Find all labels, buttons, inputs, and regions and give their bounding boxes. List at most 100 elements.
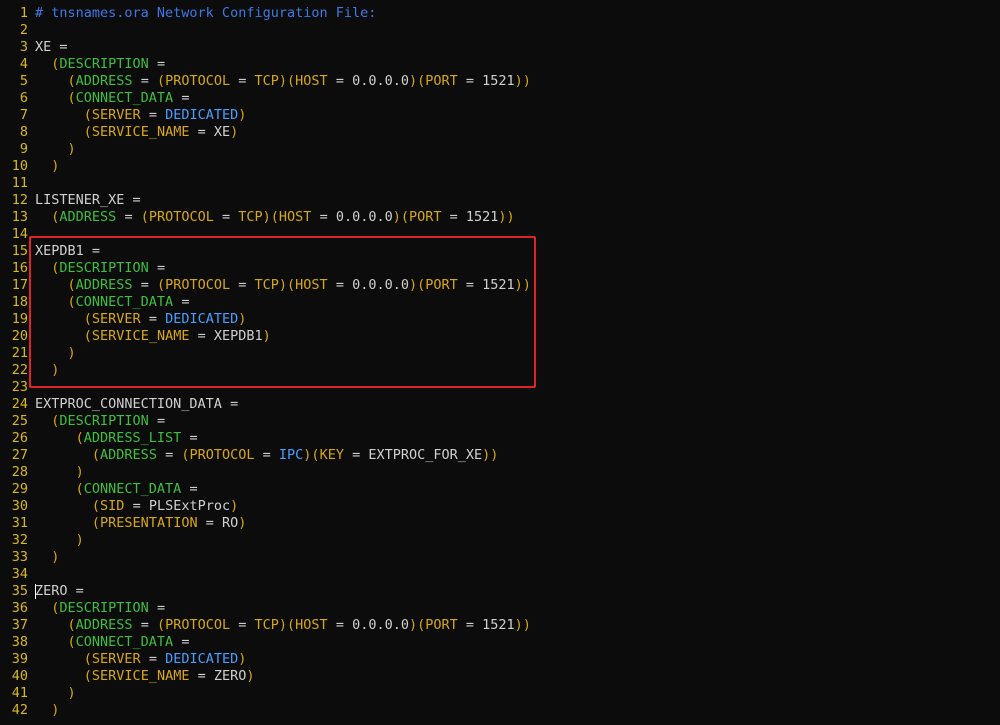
code-line[interactable]: 5 (ADDRESS = (PROTOCOL = TCP)(HOST = 0.0… <box>0 73 1000 90</box>
code-token: = <box>181 430 198 446</box>
line-number: 24 <box>11 396 28 412</box>
code-line[interactable]: 10 ) <box>0 158 1000 175</box>
code-line[interactable]: 39 (SERVER = DEDICATED) <box>0 651 1000 668</box>
line-number: 23 <box>11 379 28 395</box>
line-number: 22 <box>11 362 28 378</box>
code-token: ) <box>67 141 76 157</box>
code-line[interactable]: 28 ) <box>0 464 1000 481</box>
code-token: = XE <box>189 124 231 140</box>
code-token: ( <box>83 668 92 684</box>
code-line[interactable]: 7 (SERVER = DEDICATED) <box>0 107 1000 124</box>
code-line[interactable]: 12 LISTENER_XE = <box>0 192 1000 209</box>
code-line[interactable]: 18 (CONNECT_DATA = <box>0 294 1000 311</box>
code-token: ( <box>140 209 149 225</box>
code-text: (ADDRESS = (PROTOCOL = TCP)(HOST = 0.0.0… <box>35 617 531 633</box>
line-number: 39 <box>11 651 28 667</box>
code-text: (SERVICE_NAME = ZERO) <box>35 668 255 684</box>
code-line[interactable]: 2 <box>0 22 1000 39</box>
code-token: = PLSExtProc <box>124 498 231 514</box>
code-line[interactable]: 32 ) <box>0 532 1000 549</box>
code-line[interactable]: 33 ) <box>0 549 1000 566</box>
code-text: ) <box>35 464 84 480</box>
code-token: )( <box>408 73 426 89</box>
code-line[interactable]: 34 <box>0 566 1000 583</box>
code-line[interactable]: 27 (ADDRESS = (PROTOCOL = IPC)(KEY = EXT… <box>0 447 1000 464</box>
code-line[interactable]: 8 (SERVICE_NAME = XE) <box>0 124 1000 141</box>
code-token: ) <box>238 651 247 667</box>
line-number: 9 <box>19 141 28 157</box>
code-editor[interactable]: 1 # tnsnames.ora Network Configuration Fi… <box>0 5 1000 719</box>
line-number: 41 <box>11 685 28 701</box>
code-line[interactable]: 11 <box>0 175 1000 192</box>
code-line[interactable]: 17 (ADDRESS = (PROTOCOL = TCP)(HOST = 0.… <box>0 277 1000 294</box>
code-line[interactable]: 38 (CONNECT_DATA = <box>0 634 1000 651</box>
line-number: 42 <box>11 702 28 718</box>
line-number: 18 <box>11 294 28 310</box>
code-line[interactable]: 25 (DESCRIPTION = <box>0 413 1000 430</box>
code-line[interactable]: 41 ) <box>0 685 1000 702</box>
code-token: )) <box>514 277 531 293</box>
line-number: 6 <box>19 90 28 106</box>
code-text: XEPDB1 = <box>35 243 100 259</box>
code-text: (SERVICE_NAME = XEPDB1) <box>35 328 271 344</box>
code-line[interactable]: 6 (CONNECT_DATA = <box>0 90 1000 107</box>
code-line[interactable]: 35 ZERO = <box>0 583 1000 600</box>
code-line[interactable]: 36 (DESCRIPTION = <box>0 600 1000 617</box>
code-text: (CONNECT_DATA = <box>35 634 190 650</box>
code-text: (CONNECT_DATA = <box>35 294 190 310</box>
code-line[interactable]: 21 ) <box>0 345 1000 362</box>
code-token: = EXTPROC_FOR_XE <box>343 447 483 463</box>
code-token: PROTOCOL <box>165 277 231 293</box>
code-token: DESCRIPTION <box>59 413 149 429</box>
code-token: = <box>254 447 279 463</box>
code-token: ) <box>75 532 84 548</box>
code-line[interactable]: 26 (ADDRESS_LIST = <box>0 430 1000 447</box>
code-text: # tnsnames.ora Network Configuration Fil… <box>35 5 376 21</box>
code-token: = <box>116 209 141 225</box>
code-line[interactable]: 19 (SERVER = DEDICATED) <box>0 311 1000 328</box>
code-line[interactable]: 23 <box>0 379 1000 396</box>
code-token: PORT <box>408 209 442 225</box>
code-token: ADDRESS <box>100 447 157 463</box>
line-number: 32 <box>11 532 28 548</box>
line-number: 17 <box>11 277 28 293</box>
code-line[interactable]: 42 ) <box>0 702 1000 719</box>
code-line[interactable]: 20 (SERVICE_NAME = XEPDB1) <box>0 328 1000 345</box>
code-token: ( <box>67 277 76 293</box>
code-line[interactable]: 16 (DESCRIPTION = <box>0 260 1000 277</box>
code-line[interactable]: 13 (ADDRESS = (PROTOCOL = TCP)(HOST = 0.… <box>0 209 1000 226</box>
code-line[interactable]: 1 # tnsnames.ora Network Configuration Fi… <box>0 5 1000 22</box>
code-line[interactable]: 37 (ADDRESS = (PROTOCOL = TCP)(HOST = 0.… <box>0 617 1000 634</box>
code-token: ) <box>51 549 60 565</box>
code-line[interactable]: 3 XE = <box>0 39 1000 56</box>
code-token: = <box>132 277 157 293</box>
code-token: CONNECT_DATA <box>75 90 174 106</box>
code-line[interactable]: 9 ) <box>0 141 1000 158</box>
code-token: SID <box>100 498 125 514</box>
code-token: ZERO = <box>35 583 84 599</box>
code-token: = <box>230 277 255 293</box>
code-token: = <box>213 209 239 225</box>
code-line[interactable]: 31 (PRESENTATION = RO) <box>0 515 1000 532</box>
code-token: = <box>140 651 166 667</box>
code-text: ) <box>35 549 59 565</box>
code-token: XEPDB1 = <box>35 243 101 259</box>
code-line[interactable]: 30 (SID = PLSExtProc) <box>0 498 1000 515</box>
code-line[interactable]: 14 <box>0 226 1000 243</box>
line-number: 10 <box>11 158 28 174</box>
code-token: )) <box>498 209 515 225</box>
code-line[interactable]: 24 EXTPROC_CONNECTION_DATA = <box>0 396 1000 413</box>
code-line[interactable]: 22 ) <box>0 362 1000 379</box>
code-line[interactable]: 15 XEPDB1 = <box>0 243 1000 260</box>
code-line[interactable]: 4 (DESCRIPTION = <box>0 56 1000 73</box>
code-line[interactable]: 40 (SERVICE_NAME = ZERO) <box>0 668 1000 685</box>
code-line[interactable]: 29 (CONNECT_DATA = <box>0 481 1000 498</box>
